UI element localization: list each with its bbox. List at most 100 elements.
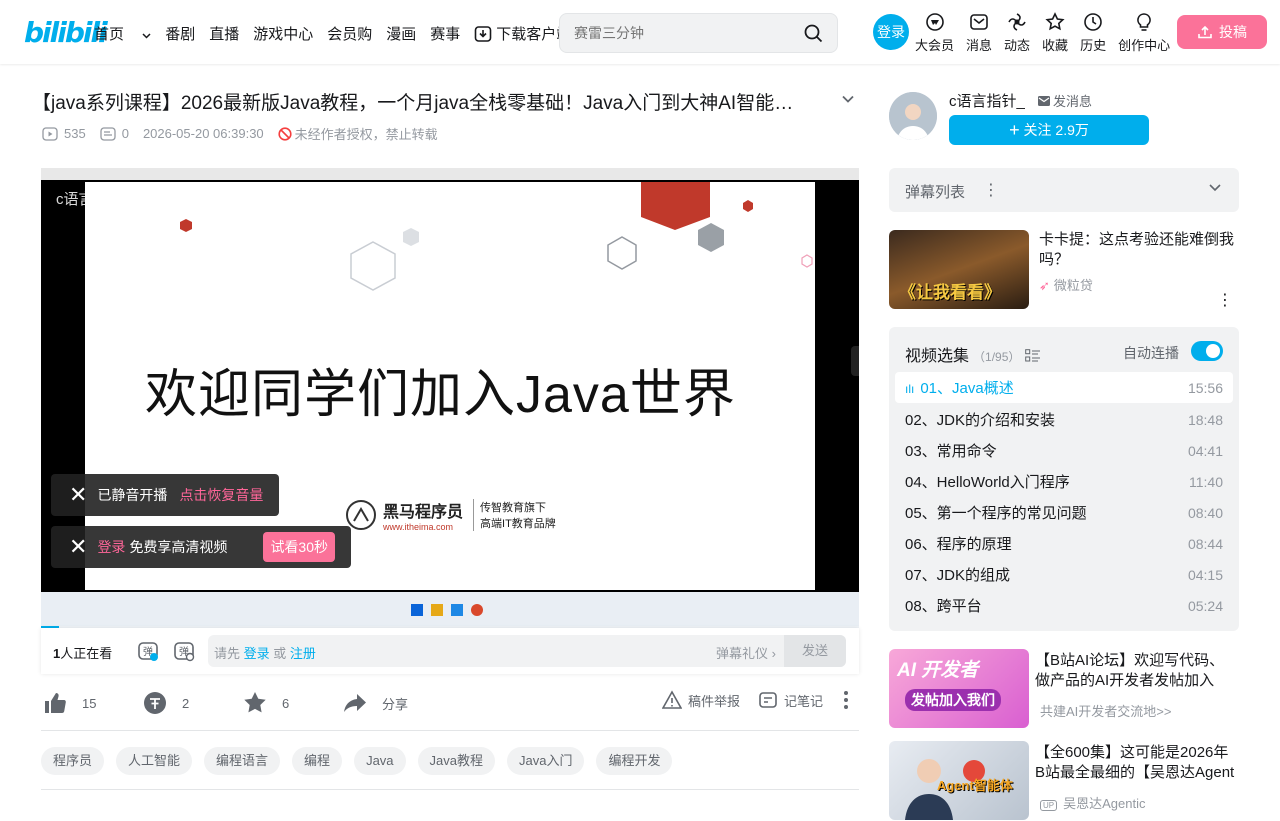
note-button[interactable]: 记笔记 xyxy=(758,690,823,710)
player-side-handle[interactable] xyxy=(851,346,859,376)
episode-item[interactable]: 08、跨平台 05:24 xyxy=(895,590,1233,621)
more-actions-button[interactable] xyxy=(842,690,850,710)
search-input[interactable] xyxy=(560,14,780,52)
bulb-icon xyxy=(1137,13,1151,31)
video-title: 【java系列课程】2026最新版Java教程，一个月java全栈零基础！Jav… xyxy=(32,93,812,114)
episode-item-current[interactable]: ılı 01、Java概述 15:56 xyxy=(895,372,1233,403)
danmaku-list-panel[interactable]: 弹幕列表 ⋮ xyxy=(889,168,1239,212)
episode-item[interactable]: 02、JDK的介绍和安装 18:48 xyxy=(895,404,1233,435)
nav-dynamic[interactable]: 动态 xyxy=(1004,12,1030,54)
follow-button[interactable]: + 关注 2.9万 xyxy=(949,115,1149,145)
tag-item[interactable]: Java入门 xyxy=(507,747,585,775)
ad-card[interactable]: 《让我看看》 卡卡提：这点考验还能难倒我吗？ ➶ 微粒贷 ⋮ xyxy=(889,230,1239,310)
recommended-video[interactable]: Agent智能体 【全600集】这可能是2026年B站最全最细的【吴恩达Agen… xyxy=(889,741,1239,821)
star-icon xyxy=(244,692,266,713)
episode-duration: 05:24 xyxy=(1187,597,1223,614)
search-icon[interactable] xyxy=(804,24,823,43)
more-vertical-icon[interactable]: ⋮ xyxy=(1217,290,1233,310)
danmaku-etiquette-label: 弹幕礼仪 xyxy=(716,646,769,661)
danmaku-send-button[interactable]: 发送 xyxy=(784,635,846,667)
star-icon xyxy=(1045,12,1065,31)
slide-taskbar xyxy=(41,592,859,628)
danmaku-etiquette-link[interactable]: 弹幕礼仪 › xyxy=(716,643,776,662)
login-avatar-button[interactable]: 登录 xyxy=(873,14,909,50)
chevron-down-icon xyxy=(1209,184,1221,192)
restore-volume-link[interactable]: 点击恢复音量 xyxy=(179,485,263,505)
nav-favorites[interactable]: 收藏 xyxy=(1042,12,1068,54)
main-nav: 首页 番剧 直播 游戏中心 会员购 漫画 赛事 下载客户端 新 xyxy=(94,23,639,44)
rec-sub: UP 吴恩达Agentic xyxy=(1040,793,1146,812)
tag-item[interactable]: Java xyxy=(354,747,406,775)
tag-item[interactable]: 编程 xyxy=(292,747,343,775)
report-button[interactable]: 稿件举报 xyxy=(662,690,740,710)
danmaku-register-link[interactable]: 注册 xyxy=(290,646,316,661)
nav-dynamic-label: 动态 xyxy=(1004,38,1031,53)
episode-list-title: 视频选集 xyxy=(905,348,970,365)
episode-title: 08、跨平台 xyxy=(905,598,982,615)
danmaku-settings-icon[interactable]: 弹 xyxy=(173,640,195,662)
episode-item[interactable]: 04、HelloWorld入门程序 11:40 xyxy=(895,466,1233,497)
nav-messages[interactable]: 消息 xyxy=(966,12,992,54)
rec-thumbnail-text: Agent智能体 xyxy=(937,778,1013,793)
episode-title: 07、JDK的组成 xyxy=(905,567,1011,584)
episode-item[interactable]: 03、常用命令 04:41 xyxy=(895,435,1233,466)
rec-thumbnail: AI 开发者 发帖加入我们 xyxy=(889,649,1029,728)
view-count: 535 xyxy=(42,126,86,141)
hd-login-link[interactable]: 登录 xyxy=(97,537,125,557)
nav-creator-center[interactable]: 创作中心 xyxy=(1118,12,1170,54)
list-view-icon[interactable] xyxy=(1025,349,1040,362)
slide-brand: 黑马程序员 xyxy=(383,504,464,521)
upload-button[interactable]: 投稿 xyxy=(1177,15,1267,49)
tag-item[interactable]: 编程语言 xyxy=(204,747,281,775)
nav-anime[interactable]: 番剧 xyxy=(165,23,195,44)
tag-item[interactable]: 人工智能 xyxy=(116,747,193,775)
send-message-link[interactable]: 发消息 xyxy=(1038,91,1092,110)
danmaku-count-icon xyxy=(100,126,116,141)
favorite-button[interactable]: 6 xyxy=(242,690,289,716)
nav-vip[interactable]: 大会员 xyxy=(915,12,954,54)
clock-icon xyxy=(1084,13,1102,31)
uploader-name[interactable]: c语言指针_ xyxy=(949,90,1025,111)
expand-title-icon[interactable] xyxy=(841,92,855,106)
episode-item[interactable]: 07、JDK的组成 04:15 xyxy=(895,559,1233,590)
danmaku-input[interactable]: 请先 登录 或 注册 弹幕礼仪 › 发送 xyxy=(208,635,846,667)
tag-item[interactable]: 编程开发 xyxy=(596,747,673,775)
nav-manga[interactable]: 漫画 xyxy=(386,23,416,44)
slide-headline: 欢迎同学们加入Java世界 xyxy=(145,366,736,424)
like-count: 15 xyxy=(82,695,97,711)
autoplay-toggle[interactable] xyxy=(1191,341,1223,361)
share-button[interactable]: 分享 xyxy=(342,690,408,716)
share-icon xyxy=(344,694,366,712)
close-icon[interactable]: ✕ xyxy=(69,484,87,506)
episode-item[interactable]: 05、第一个程序的常见问题 08:40 xyxy=(895,497,1233,528)
episode-title: 03、常用命令 xyxy=(905,443,997,460)
episode-count: （1/95） xyxy=(973,350,1021,364)
ad-thumbnail-text: 《让我看看》 xyxy=(899,283,1001,302)
nav-esports[interactable]: 赛事 xyxy=(430,23,460,44)
coin-count: 2 xyxy=(182,695,190,711)
tag-item[interactable]: 程序员 xyxy=(41,747,105,775)
uploader-avatar[interactable] xyxy=(889,92,937,140)
more-vertical-icon[interactable]: ⋮ xyxy=(983,180,999,200)
nav-history[interactable]: 历史 xyxy=(1080,12,1106,54)
nav-game-center[interactable]: 游戏中心 xyxy=(253,23,313,44)
tag-item[interactable]: Java教程 xyxy=(417,747,495,775)
copyright-notice: 未经作者授权，禁止转载 xyxy=(278,124,438,143)
slide-window-titlebar xyxy=(41,168,859,180)
video-watermark: c语言指针 xyxy=(56,191,124,208)
coin-button[interactable]: 2 xyxy=(142,690,189,716)
nav-mall[interactable]: 会员购 xyxy=(327,23,372,44)
trial-button[interactable]: 试看30秒 xyxy=(263,532,336,562)
upload-label: 投稿 xyxy=(1219,24,1247,40)
nav-live[interactable]: 直播 xyxy=(209,23,239,44)
danmaku-login-link[interactable]: 登录 xyxy=(244,646,270,661)
mail-icon xyxy=(1038,95,1050,106)
like-button[interactable]: 15 xyxy=(42,690,96,716)
episode-item[interactable]: 06、程序的原理 08:44 xyxy=(895,528,1233,559)
recommended-video[interactable]: AI 开发者 发帖加入我们 【B站AI论坛】欢迎写代码、做产品的AI开发者发帖加… xyxy=(889,649,1239,729)
nav-home[interactable]: 首页 xyxy=(94,23,151,44)
more-vertical-icon xyxy=(844,691,848,709)
episode-title: 06、程序的原理 xyxy=(905,536,1012,553)
danmaku-toggle-icon[interactable]: 弹 xyxy=(137,640,159,662)
close-icon[interactable]: ✕ xyxy=(69,536,87,558)
